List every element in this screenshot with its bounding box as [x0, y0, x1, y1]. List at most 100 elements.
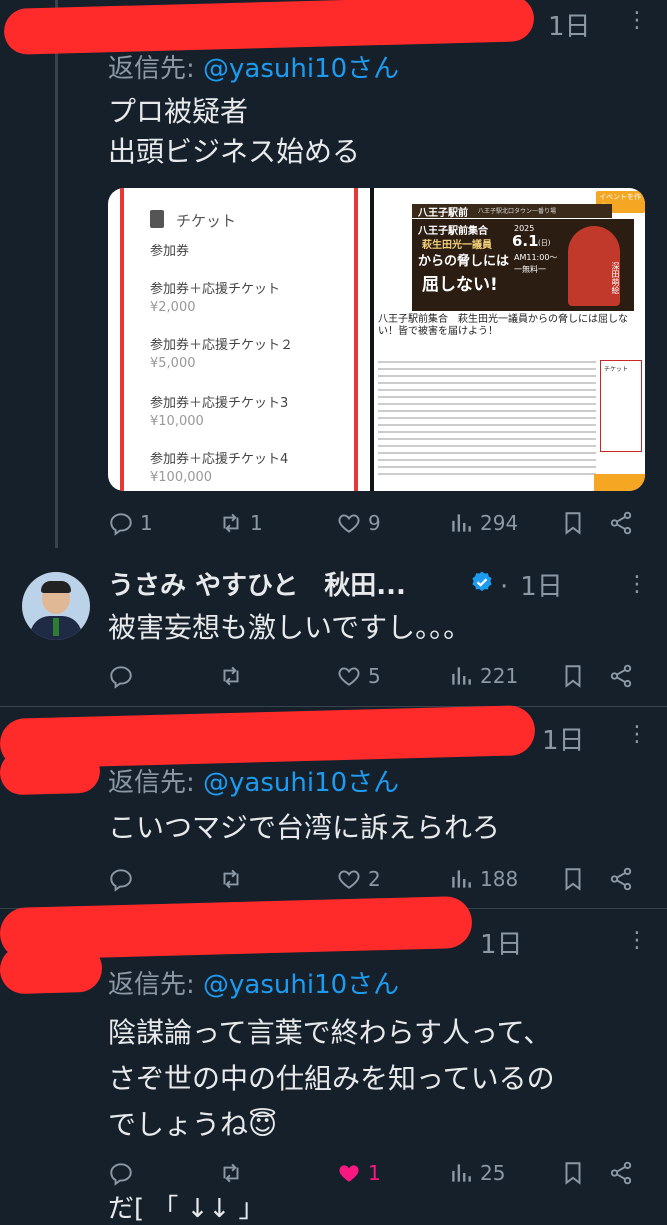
more-options-icon[interactable]: ⋮ — [626, 928, 648, 953]
retweet-button[interactable] — [218, 1160, 250, 1186]
bookmark-icon — [565, 512, 581, 535]
reply-button[interactable]: 1 — [108, 510, 153, 536]
reply-icon — [110, 513, 132, 536]
share-button[interactable] — [608, 663, 634, 689]
side-ticket-heading: チケット — [604, 366, 629, 373]
bookmark-icon — [565, 1162, 581, 1185]
tweet-actions: 5 221 — [108, 658, 638, 694]
analytics-icon — [452, 870, 471, 888]
retweet-icon — [223, 513, 239, 533]
more-options-icon[interactable]: ⋮ — [626, 572, 648, 597]
avatar-hair — [41, 581, 71, 593]
more-options-icon[interactable]: ⋮ — [626, 722, 648, 747]
event-body-text — [378, 356, 596, 476]
tweet-divider — [0, 706, 667, 707]
redaction-scribble — [0, 943, 103, 995]
avatar[interactable] — [22, 572, 90, 640]
event-title: 八王子駅前集合 萩生田光一議員からの脅しには屈しない！皆で被害を届けよう！ — [378, 314, 628, 337]
redaction-scribble — [0, 748, 101, 796]
tweet-media-grid[interactable]: チケット 参加券 参加券＋応援チケット ¥2,000 参加券＋応援チケット２ ¥… — [108, 188, 645, 491]
retweet-icon — [223, 869, 239, 889]
media-image-ticket-list[interactable]: チケット 参加券 参加券＋応援チケット ¥2,000 参加券＋応援チケット２ ¥… — [108, 188, 370, 491]
reply-to-handle[interactable]: @yasuhi10さん — [203, 768, 399, 798]
like-button[interactable]: 2 — [336, 866, 381, 892]
tweet-actions: 2 188 — [108, 861, 638, 897]
retweet-icon — [223, 666, 239, 686]
tweet-text-line: 出頭ビジネス始める — [108, 135, 361, 168]
analytics-icon — [452, 1164, 471, 1182]
more-options-icon[interactable]: ⋮ — [626, 8, 648, 33]
views-count: 294 — [480, 511, 519, 535]
share-icon — [610, 664, 632, 688]
views-button[interactable]: 188 — [448, 866, 518, 892]
poster-free: 一無料一 — [514, 265, 546, 274]
bookmark-button[interactable] — [560, 510, 586, 536]
heart-icon — [338, 514, 360, 533]
like-button[interactable]: 5 — [336, 663, 381, 689]
share-button[interactable] — [608, 866, 634, 892]
bookmark-button[interactable] — [560, 1160, 586, 1186]
share-icon — [610, 511, 632, 535]
author-name[interactable]: うさみ やすひと 秋田... — [108, 565, 406, 602]
reply-button[interactable] — [108, 1160, 140, 1186]
reply-to-handle[interactable]: @yasuhi10さん — [203, 970, 399, 1000]
tweet-timestamp[interactable]: 1日 — [480, 924, 523, 961]
views-button[interactable]: 294 — [448, 510, 518, 536]
partial-next-tweet-text: だ[ 「 ↓↓ 」 — [108, 1194, 265, 1224]
views-button[interactable]: 221 — [448, 663, 518, 689]
share-button[interactable] — [608, 510, 634, 536]
ticket-item-price: ¥10,000 — [150, 414, 204, 429]
tweet-text-line: さぞ世の中の仕組みを知っているの — [108, 1062, 555, 1095]
tweet-timestamp[interactable]: 1日 — [542, 720, 585, 757]
retweet-button[interactable]: 1 — [218, 510, 263, 536]
event-apply-button — [594, 474, 645, 491]
views-button[interactable]: 25 — [448, 1160, 505, 1186]
poster-headline: 萩生田光一議員 — [422, 240, 492, 251]
like-button[interactable]: 1 — [336, 1160, 381, 1186]
like-count: 1 — [368, 1161, 381, 1185]
tweet-text: 陰謀論って言葉で終わらす人って、 さぞ世の中の仕組みを知っているの でしょうね😇 — [108, 1010, 555, 1148]
tweet-actions: 1 1 9 294 — [108, 505, 638, 541]
like-count: 9 — [368, 511, 381, 535]
bookmark-button[interactable] — [560, 866, 586, 892]
views-count: 25 — [480, 1161, 506, 1185]
red-border-line — [354, 188, 358, 491]
like-button[interactable]: 9 — [336, 510, 381, 536]
reply-to-handle[interactable]: @yasuhi10さん — [203, 54, 399, 84]
reply-to-label: 返信先: @yasuhi10さん — [108, 48, 399, 85]
heart-filled-icon — [339, 1165, 359, 1182]
share-button[interactable] — [608, 1160, 634, 1186]
reply-to-prefix: 返信先: — [108, 54, 204, 84]
tweet-time: 1日 — [520, 572, 563, 602]
views-count: 188 — [480, 867, 519, 891]
retweet-button[interactable] — [218, 866, 250, 892]
poster-time: AM11:00〜 — [514, 253, 558, 262]
reply-icon — [110, 1163, 132, 1186]
analytics-icon — [452, 514, 471, 532]
media-image-event-page[interactable]: イベントを作成 八王子駅前 八王子駅北口タウン一番り場 八王子駅前集合 萩生田光… — [374, 188, 645, 491]
reply-icon — [110, 666, 132, 689]
verified-badge-icon — [472, 571, 492, 592]
avatar-tie — [53, 618, 59, 636]
reply-count: 1 — [140, 511, 153, 535]
bookmark-button[interactable] — [560, 663, 586, 689]
views-count: 221 — [480, 664, 519, 688]
poster-name: 深田萌絵 — [611, 262, 620, 294]
reply-button[interactable] — [108, 866, 140, 892]
redaction-scribble — [3, 0, 535, 55]
retweet-icon — [223, 1163, 239, 1183]
share-icon — [610, 1161, 632, 1185]
event-side-ticket-box — [600, 360, 642, 452]
reply-button[interactable] — [108, 663, 140, 689]
tweet-timestamp[interactable]: 1日 — [548, 6, 591, 43]
reply-to-prefix: 返信先: — [108, 768, 204, 798]
thread-connector-line — [55, 0, 58, 548]
poster-headline: 屈しない! — [422, 275, 498, 295]
reply-to-prefix: 返信先: — [108, 970, 204, 1000]
reply-to-label: 返信先: @yasuhi10さん — [108, 762, 399, 799]
reply-icon — [110, 869, 132, 892]
retweet-button[interactable] — [218, 663, 250, 689]
tweet-timestamp[interactable]: · 1日 — [500, 566, 563, 603]
heart-icon — [338, 870, 360, 889]
ticket-item-label: 参加券＋応援チケット２ — [150, 338, 294, 353]
